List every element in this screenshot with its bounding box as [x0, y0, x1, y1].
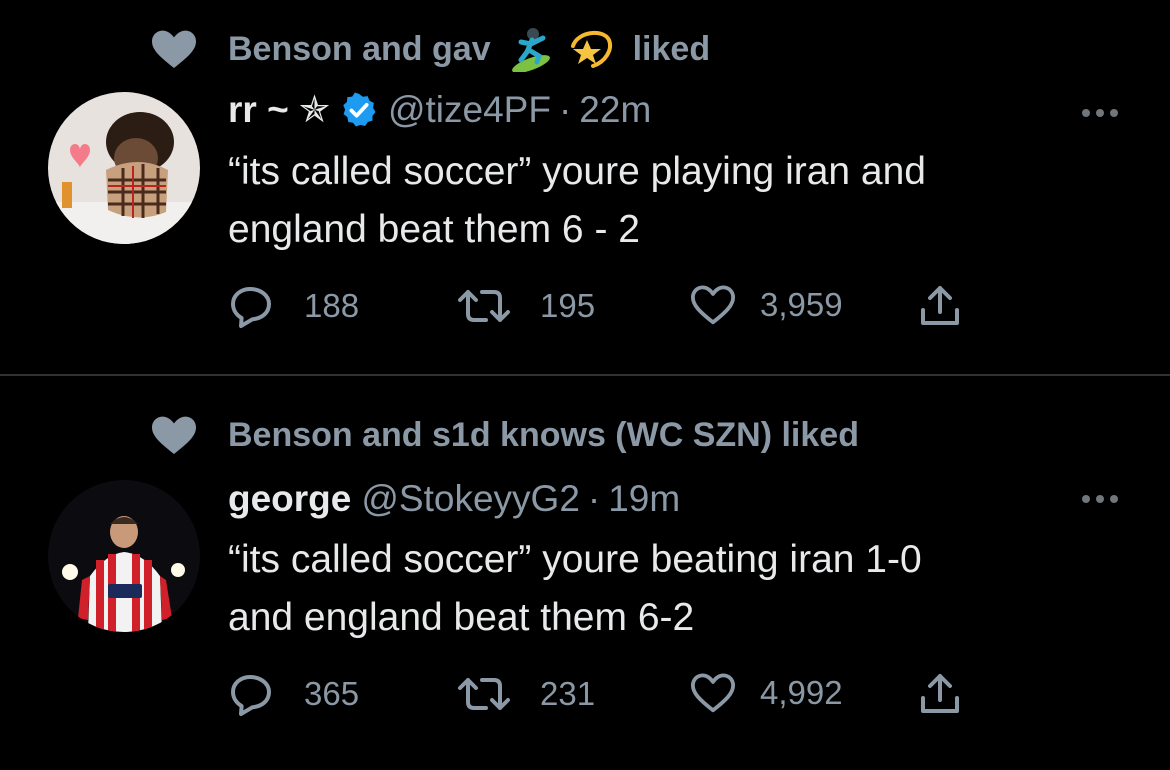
social-context-suffix: liked — [632, 29, 711, 68]
reply-count: 365 — [304, 675, 360, 712]
tweet-text: “its called soccer” youre playing iran a… — [228, 143, 1128, 259]
author-name[interactable]: george — [228, 478, 351, 520]
reply-button[interactable]: 365 — [228, 670, 359, 718]
heart-icon — [152, 416, 196, 454]
retweet-icon — [458, 290, 510, 322]
dizzy-star-emoji — [567, 26, 615, 72]
surfer-emoji — [507, 26, 555, 72]
like-icon — [690, 673, 736, 713]
more-icon[interactable] — [1082, 495, 1118, 503]
avatar[interactable] — [48, 92, 200, 244]
avatar[interactable] — [48, 480, 200, 632]
social-context-text: Benson and s1d knows (WC SZN) liked — [228, 415, 859, 454]
author-name[interactable]: rr ~ ✯ — [228, 88, 330, 131]
heart-icon — [152, 30, 196, 69]
reply-count: 188 — [304, 287, 360, 324]
like-count: 4,992 — [760, 674, 843, 711]
like-count: 3,959 — [760, 286, 843, 323]
tweet-actions: 365 231 4,992 — [228, 670, 988, 720]
retweet-icon — [458, 678, 510, 710]
social-context: Benson and gav liked — [150, 26, 710, 72]
like-button[interactable]: 4,992 — [690, 670, 843, 716]
tweet-text-line: “its called soccer” youre beating iran 1… — [228, 538, 922, 581]
tweet-text-line: england beat them 6 - 2 — [228, 208, 640, 251]
share-icon — [921, 286, 959, 325]
tweet-text-line: “its called soccer” youre playing iran a… — [228, 150, 927, 193]
reply-icon — [231, 287, 271, 328]
tweet-time[interactable]: 19m — [608, 478, 680, 520]
share-icon — [921, 674, 959, 713]
tweet-time[interactable]: 22m — [579, 89, 651, 131]
like-icon — [690, 285, 736, 325]
reply-icon — [231, 675, 271, 716]
social-context-name: Benson and gav — [228, 29, 491, 68]
verified-icon — [343, 92, 376, 126]
tweet-text: “its called soccer” youre beating iran 1… — [228, 531, 1128, 647]
tweet-text-line: and england beat them 6-2 — [228, 596, 695, 639]
share-button[interactable] — [916, 282, 964, 330]
author-handle[interactable]: @StokeyyG2 — [361, 478, 580, 520]
tweet-header: rr ~ ✯ @tize4PF · 22m — [228, 88, 652, 131]
author-handle[interactable]: @tize4PF — [388, 89, 551, 131]
like-button[interactable]: 3,959 — [690, 282, 843, 328]
tweet[interactable]: Benson and s1d knows (WC SZN) liked geor… — [0, 376, 1170, 770]
retweet-count: 231 — [540, 675, 596, 712]
more-icon[interactable] — [1082, 109, 1118, 117]
retweet-button[interactable]: 231 — [456, 670, 595, 718]
retweet-button[interactable]: 195 — [456, 282, 595, 330]
tweet-header: george @StokeyyG2 · 19m — [228, 478, 681, 520]
reply-button[interactable]: 188 — [228, 282, 359, 330]
retweet-count: 195 — [540, 287, 596, 324]
share-button[interactable] — [916, 670, 964, 718]
tweet-actions: 188 195 3,959 — [228, 282, 988, 332]
tweet[interactable]: Benson and gav liked rr ~ ✯ @tize4PF · 2… — [0, 0, 1170, 374]
social-context: Benson and s1d knows (WC SZN) liked — [150, 415, 859, 455]
